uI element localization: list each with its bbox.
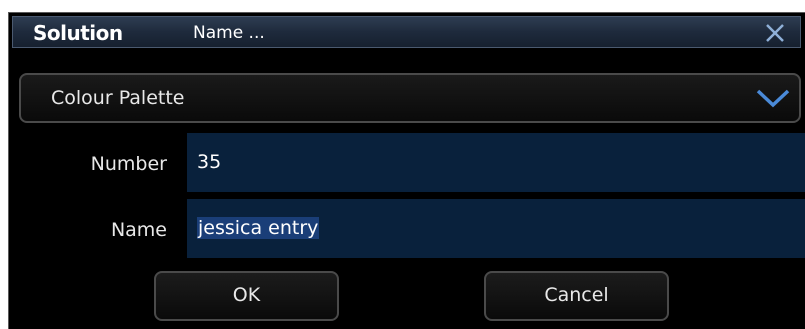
type-dropdown[interactable]: Colour Palette [19, 73, 801, 123]
close-icon [766, 24, 784, 42]
name-label: Name [110, 219, 167, 241]
chevron-down-icon [756, 89, 790, 108]
dialog-title: Name ... [193, 23, 265, 43]
name-field[interactable]: jessica entry [187, 199, 805, 258]
ok-button[interactable]: OK [154, 271, 339, 321]
app-brand-logo: Solution [33, 21, 123, 45]
number-value: 35 [197, 151, 222, 173]
dropdown-selected-value: Colour Palette [51, 87, 185, 109]
number-label: Number [90, 153, 167, 175]
name-value: jessica entry [197, 217, 320, 239]
dialog-titlebar[interactable]: Solution Name ... [12, 16, 801, 48]
name-dialog: Solution Name ... Colour Palette Number … [8, 12, 805, 329]
close-button[interactable] [764, 22, 786, 44]
name-value-wrapper: jessica entry [197, 217, 320, 239]
number-field[interactable]: 35 [187, 133, 805, 192]
cancel-button[interactable]: Cancel [484, 271, 669, 321]
